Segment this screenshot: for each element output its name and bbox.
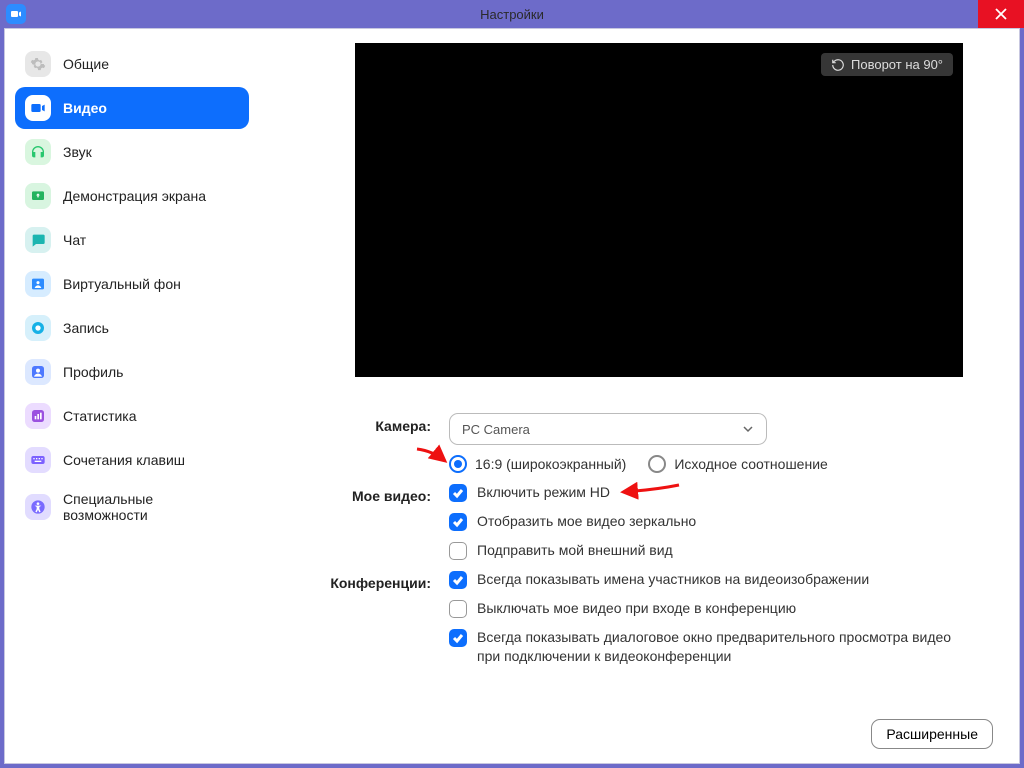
content-area: Общие Видео Звук Демонстрация экрана Чат Вирт… xyxy=(4,28,1020,764)
mute-video-checkbox[interactable] xyxy=(449,600,467,618)
sidebar-item-access[interactable]: Специальные возможности xyxy=(15,483,249,531)
window-title: Настройки xyxy=(480,7,544,22)
sidebar-item-share[interactable]: Демонстрация экрана xyxy=(15,175,249,217)
rotate-button[interactable]: Поворот на 90° xyxy=(821,53,953,76)
camera-select[interactable]: PC Camera xyxy=(449,413,767,445)
touchup-checkbox[interactable] xyxy=(449,542,467,560)
sidebar-item-label: Демонстрация экрана xyxy=(63,188,206,204)
sidebar-item-chat[interactable]: Чат xyxy=(15,219,249,261)
video-icon xyxy=(25,95,51,121)
close-button[interactable] xyxy=(978,0,1024,28)
mute-video-label: Выключать мое видео при входе в конферен… xyxy=(477,599,796,618)
access-icon xyxy=(25,494,51,520)
rotate-label: Поворот на 90° xyxy=(851,57,943,72)
hd-checkbox[interactable] xyxy=(449,484,467,502)
sidebar-item-stats[interactable]: Статистика xyxy=(15,395,249,437)
mirror-checkbox[interactable] xyxy=(449,513,467,531)
camera-label: Камера: xyxy=(279,413,449,434)
stats-icon xyxy=(25,403,51,429)
record-icon xyxy=(25,315,51,341)
mirror-label: Отобразить мое видео зеркально xyxy=(477,512,696,531)
video-preview: Поворот на 90° xyxy=(355,43,963,377)
sidebar-item-label: Сочетания клавиш xyxy=(63,452,185,468)
ratio-wide-radio[interactable]: 16:9 (широкоэкранный) xyxy=(449,455,626,473)
sidebar-item-profile[interactable]: Профиль xyxy=(15,351,249,393)
show-names-label: Всегда показывать имена участников на ви… xyxy=(477,570,869,589)
aspect-ratio-group: 16:9 (широкоэкранный) Исходное соотношен… xyxy=(449,455,993,473)
share-icon xyxy=(25,183,51,209)
ratio-orig-label: Исходное соотношение xyxy=(674,456,827,472)
settings-window: Настройки Общие Видео Звук Демонстрация экр… xyxy=(0,0,1024,768)
show-names-checkbox[interactable] xyxy=(449,571,467,589)
sidebar-item-label: Чат xyxy=(63,232,86,248)
sidebar-item-label: Общие xyxy=(63,56,109,72)
touchup-label: Подправить мой внешний вид xyxy=(477,541,673,560)
sidebar-item-label: Профиль xyxy=(63,364,123,380)
preview-dialog-label: Всегда показывать диалоговое окно предва… xyxy=(477,628,977,666)
meetings-label: Конференции: xyxy=(279,570,449,591)
hd-label: Включить режим HD xyxy=(477,483,610,502)
camera-value: PC Camera xyxy=(462,422,530,437)
sidebar-item-headphones[interactable]: Звук xyxy=(15,131,249,173)
app-icon xyxy=(6,4,26,24)
sidebar-item-gear[interactable]: Общие xyxy=(15,43,249,85)
sidebar-item-label: Виртуальный фон xyxy=(63,276,181,292)
preview-dialog-checkbox[interactable] xyxy=(449,629,467,647)
sidebar-item-label: Звук xyxy=(63,144,92,160)
annotation-arrow-1 xyxy=(415,445,451,476)
chat-icon xyxy=(25,227,51,253)
ratio-wide-label: 16:9 (широкоэкранный) xyxy=(475,456,626,472)
advanced-button[interactable]: Расширенные xyxy=(871,719,993,749)
radio-checked-icon xyxy=(449,455,467,473)
ratio-original-radio[interactable]: Исходное соотношение xyxy=(648,455,827,473)
profile-icon xyxy=(25,359,51,385)
gear-icon xyxy=(25,51,51,77)
sidebar-item-video[interactable]: Видео xyxy=(15,87,249,129)
sidebar: Общие Видео Звук Демонстрация экрана Чат Вирт… xyxy=(5,29,259,763)
titlebar: Настройки xyxy=(0,0,1024,28)
video-settings-form: Камера: PC Camera 16:9 (ши xyxy=(279,413,993,666)
my-video-label: Мое видео: xyxy=(279,483,449,504)
sidebar-item-record[interactable]: Запись xyxy=(15,307,249,349)
sidebar-item-label: Специальные возможности xyxy=(63,491,239,523)
keyboard-icon xyxy=(25,447,51,473)
sidebar-item-label: Запись xyxy=(63,320,109,336)
sidebar-item-vbg[interactable]: Виртуальный фон xyxy=(15,263,249,305)
sidebar-item-label: Видео xyxy=(63,100,107,116)
radio-unchecked-icon xyxy=(648,455,666,473)
sidebar-item-keyboard[interactable]: Сочетания клавиш xyxy=(15,439,249,481)
sidebar-item-label: Статистика xyxy=(63,408,137,424)
main-panel: Поворот на 90° Камера: PC Camera xyxy=(259,29,1019,763)
annotation-arrow-2 xyxy=(629,479,685,506)
headphones-icon xyxy=(25,139,51,165)
vbg-icon xyxy=(25,271,51,297)
